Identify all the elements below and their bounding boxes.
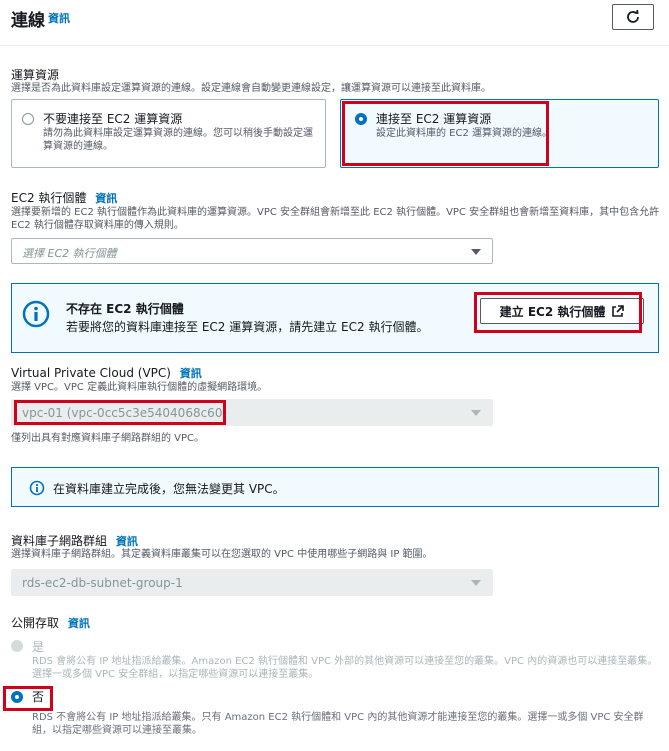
ec2-label: EC2 執行個體 資訊 — [11, 189, 117, 206]
option-no-connect[interactable]: 不要連接至 EC2 運算資源 請勿為此資料庫設定運算資源的連線。您可以稍後手動設… — [11, 99, 326, 168]
ec2-description: 選擇要新增的 EC2 執行個體作為此資料庫的運算資源。VPC 安全群組會新增至此… — [11, 207, 660, 231]
vpc-label: Virtual Private Cloud (VPC) 資訊 — [11, 365, 202, 381]
vpc-alert: 在資料庫建立完成後，您無法變更其 VPC。 — [11, 467, 659, 507]
chevron-down-icon — [471, 249, 481, 255]
option-desc: 請勿為此資料庫設定運算資源的連線。您可以稍後手動設定運算資源的連線。 — [43, 128, 313, 152]
compute-description: 選擇是否為此資料庫設定運算資源的連線。設定連線會自動變更連線設定，讓運算資源可以… — [11, 83, 491, 94]
chevron-down-icon — [471, 410, 481, 416]
header-divider — [0, 45, 669, 46]
page-title: 連線 — [11, 11, 45, 31]
vpc-label-text: Virtual Private Cloud (VPC) — [11, 366, 171, 380]
alert-desc: 若要將您的資料庫連接至 EC2 運算資源，請先建立 EC2 執行個體。 — [66, 320, 429, 334]
highlight-box — [14, 400, 226, 425]
vpc-alert-text: 在資料庫建立完成後，您無法變更其 VPC。 — [53, 482, 285, 496]
vpc-description: 選擇 VPC。VPC 定義此資料庫執行個體的虛擬網路環境。 — [11, 382, 268, 393]
subnet-label-text: 資料庫子網路群組 — [11, 534, 108, 548]
ec2-instance-select[interactable]: 選擇 EC2 執行個體 — [11, 238, 493, 264]
info-link[interactable]: 資訊 — [48, 10, 70, 26]
highlight-box — [342, 101, 549, 166]
select-placeholder: 選擇 EC2 執行個體 — [22, 247, 117, 260]
info-link[interactable]: 資訊 — [180, 367, 202, 380]
refresh-button[interactable] — [612, 4, 654, 30]
subnet-description: 選擇資料庫子網路群組。其定義資料庫叢集可以在您選取的 VPC 中使用哪些子網路與… — [11, 549, 433, 560]
info-icon — [29, 480, 45, 496]
info-link[interactable]: 資訊 — [116, 535, 138, 548]
public-no-desc: RDS 不會將公有 IP 地址指派給叢集。只有 Amazon EC2 執行個體和… — [32, 712, 644, 736]
chevron-down-icon — [471, 580, 481, 586]
public-yes-title: 是 — [32, 640, 45, 654]
public-label: 公開存取 資訊 — [11, 614, 90, 631]
subnet-value: rds-ec2-db-subnet-group-1 — [22, 576, 183, 590]
option-title: 不要連接至 EC2 運算資源 — [43, 112, 183, 126]
vpc-hint: 僅列出具有對應資料庫子網路群組的 VPC。 — [11, 433, 205, 444]
public-yes-desc: RDS 會將公有 IP 地址指派給叢集。Amazon EC2 執行個體和 VPC… — [32, 656, 658, 680]
subnet-label: 資料庫子網路群組 資訊 — [11, 532, 138, 549]
info-icon — [22, 300, 50, 328]
public-label-text: 公開存取 — [11, 616, 60, 630]
highlight-box — [3, 686, 53, 711]
alert-title: 不存在 EC2 執行個體 — [66, 302, 184, 316]
refresh-icon — [627, 9, 639, 23]
info-link[interactable]: 資訊 — [68, 617, 90, 630]
ec2-label-text: EC2 執行個體 — [11, 191, 87, 205]
radio-public-yes[interactable] — [11, 640, 23, 652]
highlight-box — [474, 292, 642, 333]
radio-no-connect[interactable] — [22, 113, 34, 125]
subnet-select[interactable]: rds-ec2-db-subnet-group-1 — [11, 569, 493, 596]
compute-label: 運算資源 — [11, 68, 60, 82]
info-link[interactable]: 資訊 — [95, 192, 117, 205]
